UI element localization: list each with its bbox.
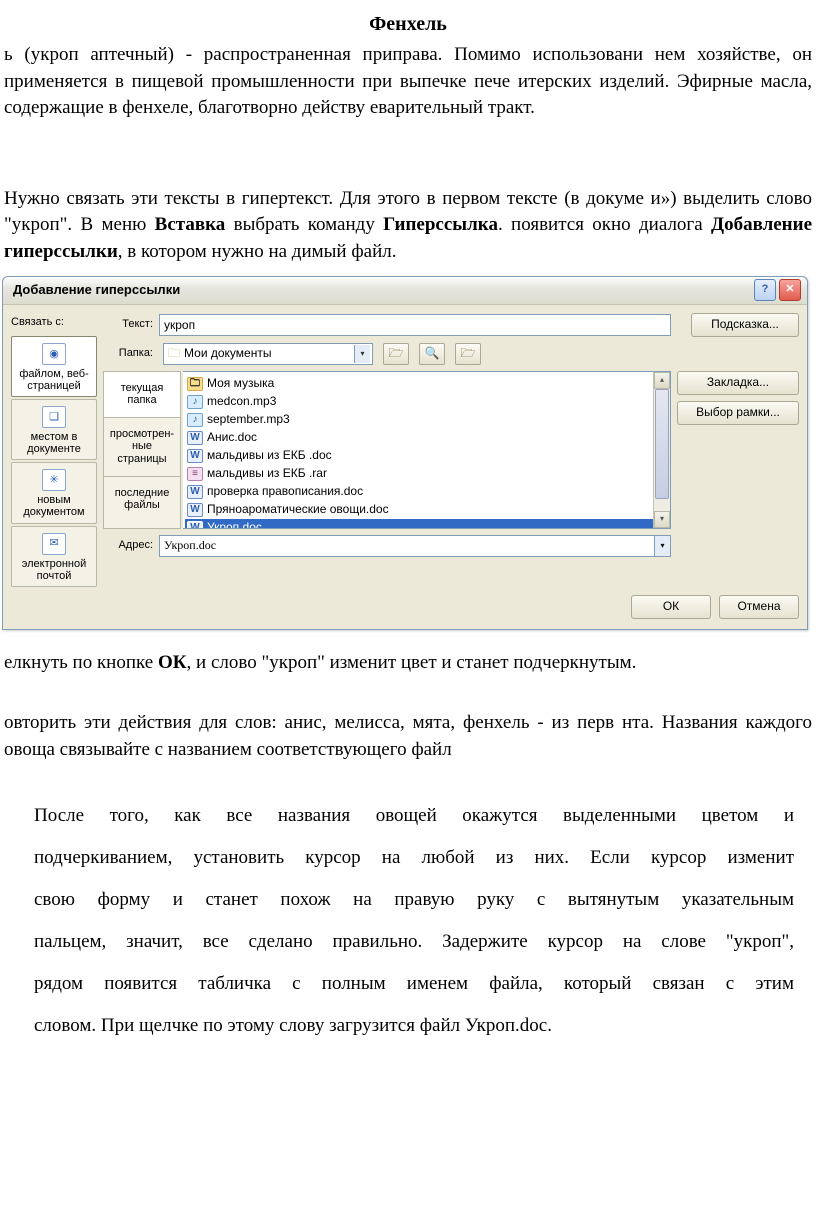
browse-web-button[interactable]: 🔍: [419, 343, 445, 365]
linkto-place-label: местом в документе: [14, 431, 94, 455]
file-name: medcon.mp3: [207, 393, 276, 410]
chevron-down-icon[interactable]: ▾: [354, 345, 370, 363]
file-list[interactable]: 🗀 Моя музыка ♪ medcon.mp3 ♪ september.mp3 W Ани…: [183, 371, 671, 529]
chevron-down-icon[interactable]: ▾: [654, 536, 670, 556]
file-row[interactable]: 🗀 Моя музыка: [185, 375, 668, 393]
bookmark-button[interactable]: Закладка...: [677, 371, 799, 395]
doc-icon: W: [187, 521, 203, 529]
address-input[interactable]: [160, 536, 654, 556]
folder-icon: 🗀: [187, 377, 203, 391]
paragraph-after-2: подчеркиванием, установить курсор на люб…: [30, 839, 798, 877]
file-name: мальдивы из ЕКБ .rar: [207, 465, 327, 482]
file-name: Моя музыка: [207, 375, 274, 392]
doc-icon: W: [187, 449, 203, 463]
mp3-icon: ♪: [187, 395, 203, 409]
help-button[interactable]: ?: [754, 279, 776, 301]
scroll-up-icon[interactable]: ▴: [654, 372, 670, 389]
bookmark-icon: ❏: [42, 406, 66, 428]
doc-icon: W: [187, 431, 203, 445]
bold-insert: Вставка: [155, 214, 226, 235]
folder-value: Мои документы: [184, 345, 350, 362]
folder-label: Папка:: [103, 346, 153, 361]
paragraph-ok: елкнуть по кнопке ОК, и слово "укроп" из…: [0, 650, 816, 677]
file-row[interactable]: ♪ medcon.mp3: [185, 393, 668, 411]
file-name: Анис.doc: [207, 429, 257, 446]
linkto-newdoc-tab[interactable]: ✳ новым документом: [11, 462, 97, 523]
paragraph-after-3: свою форму и станет похож на правую руку…: [30, 881, 798, 919]
p2-text-b: выбрать команду: [225, 214, 383, 235]
file-name: Укроп.doc: [207, 519, 262, 528]
insert-hyperlink-dialog: Добавление гиперссылки ? ✕ Связать с: ◉ …: [2, 276, 808, 630]
p2-text-c: . появится окно диалога: [498, 214, 711, 235]
dialog-titlebar[interactable]: Добавление гиперссылки ? ✕: [3, 277, 807, 305]
paragraph-after-1: После того, как все названия овощей окаж…: [30, 797, 798, 835]
linkto-file-label: файлом, веб-страницей: [14, 368, 94, 392]
folder-up-icon: 🗁: [389, 345, 404, 362]
file-row[interactable]: ≡ мальдивы из ЕКБ .rar: [185, 465, 668, 483]
mp3-icon: ♪: [187, 413, 203, 427]
linkto-email-label: электронной почтой: [14, 558, 94, 582]
hint-button[interactable]: Подсказка...: [691, 313, 799, 337]
doc-icon: W: [187, 485, 203, 499]
file-name: мальдивы из ЕКБ .doc: [207, 447, 332, 464]
doc-title: Фенхель: [0, 10, 816, 38]
target-frame-button[interactable]: Выбор рамки...: [677, 401, 799, 425]
close-button[interactable]: ✕: [779, 279, 801, 301]
file-row[interactable]: Wпроверка правописания.doc: [185, 483, 668, 501]
linkto-newdoc-label: новым документом: [14, 494, 94, 518]
linkto-place-tab[interactable]: ❏ местом в документе: [11, 399, 97, 460]
bold-hyperlink: Гиперссылка: [383, 214, 498, 235]
scroll-down-icon[interactable]: ▾: [654, 511, 670, 528]
file-name: september.mp3: [207, 411, 290, 428]
link-with-label: Связать с:: [11, 313, 97, 334]
ok-button[interactable]: ОК: [631, 595, 711, 619]
folder-combo[interactable]: 🗀 Мои документы ▾: [163, 343, 373, 365]
linkto-email-tab[interactable]: ✉ электронной почтой: [11, 526, 97, 587]
file-row[interactable]: Wмальдивы из ЕКБ .doc: [185, 447, 668, 465]
paragraph-after-4: пальцем, значит, все сделано правильно. …: [30, 923, 798, 961]
globe-page-icon: ◉: [42, 343, 66, 365]
folder-open-icon: 🗁: [461, 345, 476, 362]
file-row[interactable]: ♪ september.mp3: [185, 411, 668, 429]
rar-icon: ≡: [187, 467, 203, 481]
ok-text-a: елкнуть по кнопке: [4, 652, 158, 673]
dialog-title: Добавление гиперссылки: [13, 281, 180, 299]
folder-icon: 🗀: [168, 345, 180, 362]
browse-current-tab[interactable]: текущая папка: [104, 372, 180, 418]
file-row[interactable]: W Пряноароматические овощи.doc: [185, 501, 668, 519]
browse-file-button[interactable]: 🗁: [455, 343, 481, 365]
new-doc-icon: ✳: [42, 469, 66, 491]
paragraph-after-6: словом. При щелчке по этому слову загруз…: [30, 1007, 798, 1045]
file-row[interactable]: W Анис.doc: [185, 429, 668, 447]
address-label: Адрес:: [103, 538, 153, 553]
display-text-input[interactable]: [159, 314, 671, 336]
browse-viewed-tab[interactable]: просмотрен-ные страницы: [104, 418, 180, 477]
linkto-file-tab[interactable]: ◉ файлом, веб-страницей: [11, 336, 97, 397]
bold-ok: ОК: [158, 652, 187, 673]
scrollbar[interactable]: ▴ ▾: [653, 372, 670, 528]
paragraph-2: Нужно связать эти тексты в гипертекст. Д…: [0, 186, 816, 266]
up-folder-button[interactable]: 🗁: [383, 343, 409, 365]
file-name: проверка правописания.doc: [207, 483, 363, 500]
paragraph-repeat: овторить эти действия для слов: анис, ме…: [0, 710, 816, 763]
text-label: Текст:: [103, 317, 153, 332]
file-name: Пряноароматические овощи.doc: [207, 501, 389, 518]
paragraph-1: ь (укроп аптечный) - распространенная пр…: [0, 42, 816, 122]
email-icon: ✉: [42, 533, 66, 555]
doc-icon: W: [187, 503, 203, 517]
paragraph-after-5: рядом появится табличка с полным именем …: [30, 965, 798, 1003]
search-web-icon: 🔍: [425, 345, 440, 362]
ok-text-b: , и слово "укроп" изменит цвет и станет …: [187, 652, 637, 673]
scroll-thumb[interactable]: [655, 389, 669, 499]
file-row[interactable]: W Укроп.doc: [185, 519, 668, 529]
cancel-button[interactable]: Отмена: [719, 595, 799, 619]
browse-recent-tab[interactable]: последние файлы: [104, 477, 180, 522]
address-combo[interactable]: ▾: [159, 535, 671, 557]
p2-text-d: , в котором нужно на димый файл.: [118, 241, 397, 262]
